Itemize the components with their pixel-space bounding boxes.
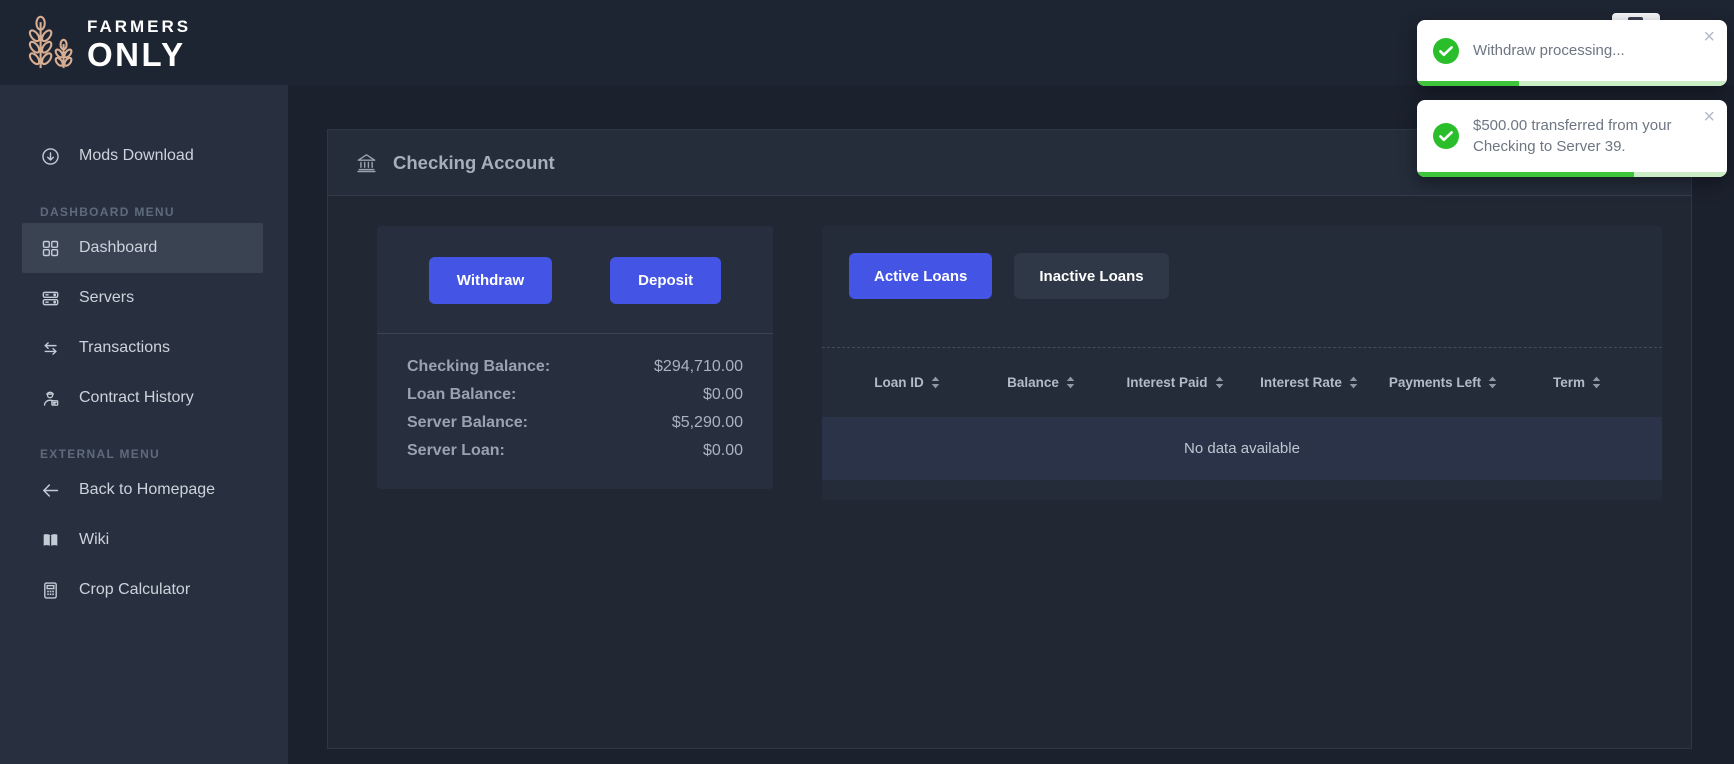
sort-icon <box>931 376 940 389</box>
book-icon <box>40 530 61 551</box>
loans-table-header: Loan ID Balance Interest Paid Interest R… <box>822 348 1662 417</box>
toast-message: $500.00 transferred from your Checking t… <box>1473 115 1689 157</box>
sidebar-item-crop-calculator[interactable]: Crop Calculator <box>0 565 288 615</box>
transfer-arrows-icon <box>40 338 61 359</box>
sidebar-item-label: Back to Homepage <box>79 481 215 499</box>
sidebar-item-label: Contract History <box>79 389 194 407</box>
check-circle-icon <box>1433 123 1459 149</box>
column-label: Interest Paid <box>1126 375 1207 390</box>
column-header-term[interactable]: Term <box>1510 375 1644 390</box>
withdraw-button[interactable]: Withdraw <box>429 257 552 304</box>
sidebar-item-label: Servers <box>79 289 134 307</box>
sort-icon <box>1349 376 1358 389</box>
sidebar-item-dashboard[interactable]: Dashboard <box>22 223 263 273</box>
toast-progress-track <box>1417 172 1727 177</box>
sidebar-item-servers[interactable]: Servers <box>0 273 288 323</box>
toast-body: $500.00 transferred from your Checking t… <box>1417 100 1727 172</box>
column-label: Payments Left <box>1389 375 1481 390</box>
back-arrow-icon <box>40 480 61 501</box>
sidebar-item-contract-history[interactable]: Contract History <box>0 373 288 423</box>
sidebar-item-mods-download[interactable]: Mods Download <box>0 131 288 181</box>
tab-inactive-loans[interactable]: Inactive Loans <box>1014 253 1168 299</box>
dashboard-grid-icon <box>40 238 61 259</box>
contractor-icon <box>40 388 61 409</box>
loans-table: Loan ID Balance Interest Paid Interest R… <box>822 347 1662 480</box>
column-label: Interest Rate <box>1260 375 1342 390</box>
brand-logo[interactable]: FARMERS ONLY <box>26 13 191 71</box>
brand-name-line1: FARMERS <box>87 18 191 35</box>
balance-label: Checking Balance: <box>407 358 550 376</box>
close-icon[interactable]: × <box>1699 102 1719 133</box>
panel-title: Checking Account <box>393 152 555 174</box>
column-label: Loan ID <box>874 375 924 390</box>
balance-value: $0.00 <box>703 386 743 404</box>
wheat-icon <box>26 13 74 71</box>
sidebar-item-label: Wiki <box>79 531 109 549</box>
close-icon[interactable]: × <box>1699 22 1719 53</box>
toast-body: Withdraw processing... <box>1417 20 1727 81</box>
sidebar-item-label: Crop Calculator <box>79 581 190 599</box>
deposit-button[interactable]: Deposit <box>610 257 721 304</box>
sidebar-item-label: Mods Download <box>79 147 194 165</box>
column-label: Balance <box>1007 375 1059 390</box>
toast-progress-fill <box>1417 172 1634 177</box>
balance-value: $0.00 <box>703 442 743 460</box>
column-header-payments-left[interactable]: Payments Left <box>1376 375 1510 390</box>
toast-message: Withdraw processing... <box>1473 40 1625 61</box>
balance-row-checking: Checking Balance: $294,710.00 <box>407 353 743 381</box>
balance-value: $5,290.00 <box>672 414 743 432</box>
checking-account-panel: Checking Account Withdraw Deposit Checki… <box>327 129 1692 749</box>
bank-icon <box>355 151 378 174</box>
balance-rows: Checking Balance: $294,710.00 Loan Balan… <box>377 334 773 465</box>
column-label: Term <box>1553 375 1585 390</box>
servers-icon <box>40 288 61 309</box>
tab-active-loans[interactable]: Active Loans <box>849 253 992 299</box>
column-header-balance[interactable]: Balance <box>974 375 1108 390</box>
toast-progress-fill <box>1417 81 1519 86</box>
sidebar-item-back-to-homepage[interactable]: Back to Homepage <box>0 465 288 515</box>
brand-name: FARMERS ONLY <box>87 13 191 71</box>
column-header-loan-id[interactable]: Loan ID <box>840 375 974 390</box>
brand-name-line2: ONLY <box>87 38 191 71</box>
balance-card: Withdraw Deposit Checking Balance: $294,… <box>377 226 773 489</box>
sidebar: Mods Download DASHBOARD MENU Dashboard S… <box>0 85 288 764</box>
balance-row-server-balance: Server Balance: $5,290.00 <box>407 409 743 437</box>
sort-icon <box>1488 376 1497 389</box>
balance-actions: Withdraw Deposit <box>377 226 773 304</box>
balance-label: Server Loan: <box>407 442 505 460</box>
sort-icon <box>1066 376 1075 389</box>
loans-card: Active Loans Inactive Loans Loan ID Bala… <box>822 226 1662 500</box>
column-header-interest-rate[interactable]: Interest Rate <box>1242 375 1376 390</box>
balance-row-loan: Loan Balance: $0.00 <box>407 381 743 409</box>
sidebar-item-label: Transactions <box>79 339 170 357</box>
balance-label: Server Balance: <box>407 414 528 432</box>
loans-tabs: Active Loans Inactive Loans <box>822 226 1662 299</box>
empty-table-message: No data available <box>822 417 1662 480</box>
calculator-icon <box>40 580 61 601</box>
sidebar-item-transactions[interactable]: Transactions <box>0 323 288 373</box>
sidebar-item-wiki[interactable]: Wiki <box>0 515 288 565</box>
balance-value: $294,710.00 <box>654 358 743 376</box>
balance-row-server-loan: Server Loan: $0.00 <box>407 437 743 465</box>
sidebar-item-label: Dashboard <box>79 239 157 257</box>
download-circle-icon <box>40 146 61 167</box>
toast-progress-track <box>1417 81 1727 86</box>
check-circle-icon <box>1433 38 1459 64</box>
column-header-interest-paid[interactable]: Interest Paid <box>1108 375 1242 390</box>
sidebar-section-external-menu: EXTERNAL MENU <box>40 447 288 461</box>
sidebar-section-dashboard-menu: DASHBOARD MENU <box>40 205 288 219</box>
toast-transfer-complete: × $500.00 transferred from your Checking… <box>1417 100 1727 177</box>
sort-icon <box>1592 376 1601 389</box>
balance-label: Loan Balance: <box>407 386 516 404</box>
toast-withdraw-processing: × Withdraw processing... <box>1417 20 1727 86</box>
sort-icon <box>1215 376 1224 389</box>
